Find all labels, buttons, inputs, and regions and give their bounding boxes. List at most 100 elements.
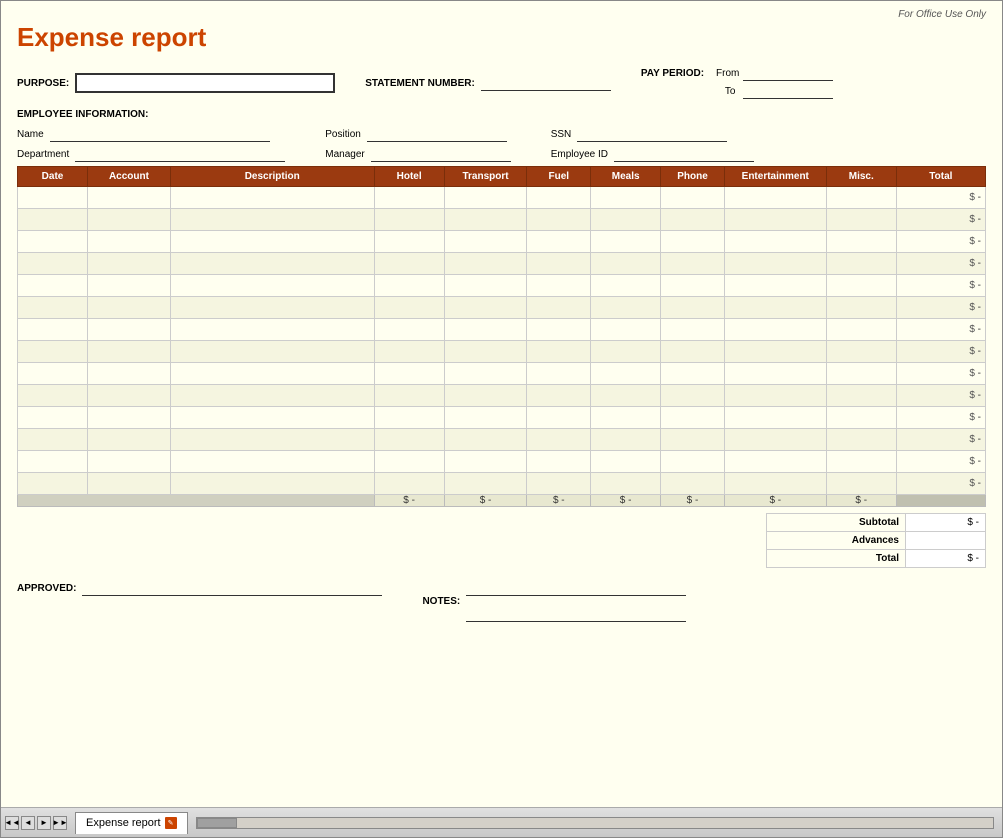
table-row[interactable] (826, 407, 896, 429)
employee-id-input[interactable] (614, 146, 754, 162)
table-row[interactable] (374, 187, 444, 209)
table-row[interactable] (724, 385, 826, 407)
nav-prev[interactable]: ◄ (21, 816, 35, 830)
table-row[interactable] (444, 319, 527, 341)
table-row[interactable] (591, 407, 661, 429)
table-row[interactable] (661, 341, 725, 363)
table-row[interactable] (88, 297, 171, 319)
table-row[interactable] (444, 253, 527, 275)
table-row[interactable] (18, 297, 88, 319)
table-row[interactable] (374, 407, 444, 429)
table-row[interactable] (527, 297, 591, 319)
table-row[interactable] (661, 297, 725, 319)
table-row[interactable] (444, 473, 527, 495)
horizontal-scrollbar[interactable] (196, 817, 994, 829)
table-row[interactable] (18, 473, 88, 495)
table-row[interactable] (444, 231, 527, 253)
table-row[interactable] (591, 451, 661, 473)
table-row[interactable] (826, 473, 896, 495)
table-row[interactable] (444, 187, 527, 209)
table-row[interactable] (18, 231, 88, 253)
table-row[interactable] (661, 451, 725, 473)
table-row[interactable] (170, 429, 374, 451)
table-row[interactable] (591, 231, 661, 253)
table-row[interactable] (374, 451, 444, 473)
table-row[interactable] (826, 341, 896, 363)
ssn-input[interactable] (577, 126, 727, 142)
table-row[interactable] (88, 407, 171, 429)
table-row[interactable] (170, 473, 374, 495)
table-row[interactable] (826, 363, 896, 385)
table-row[interactable] (724, 209, 826, 231)
table-row[interactable] (170, 341, 374, 363)
table-row[interactable] (724, 451, 826, 473)
table-row[interactable] (444, 363, 527, 385)
table-row[interactable] (591, 385, 661, 407)
table-row[interactable] (661, 363, 725, 385)
table-row[interactable] (527, 209, 591, 231)
table-row[interactable] (170, 319, 374, 341)
table-row[interactable] (661, 187, 725, 209)
table-row[interactable] (826, 385, 896, 407)
nav-last[interactable]: ►► (53, 816, 67, 830)
table-row[interactable] (661, 209, 725, 231)
table-row[interactable] (661, 275, 725, 297)
table-row[interactable] (88, 275, 171, 297)
table-row[interactable] (170, 451, 374, 473)
table-row[interactable] (527, 407, 591, 429)
table-row[interactable] (724, 187, 826, 209)
table-row[interactable] (88, 231, 171, 253)
table-row[interactable] (170, 363, 374, 385)
table-row[interactable] (444, 451, 527, 473)
table-row[interactable] (88, 253, 171, 275)
table-row[interactable] (88, 209, 171, 231)
table-row[interactable] (527, 363, 591, 385)
approved-input[interactable] (82, 580, 382, 596)
table-row[interactable] (724, 231, 826, 253)
table-row[interactable] (527, 429, 591, 451)
notes-input-2[interactable] (466, 606, 686, 622)
table-row[interactable] (170, 253, 374, 275)
table-row[interactable] (591, 429, 661, 451)
table-row[interactable] (444, 275, 527, 297)
position-input[interactable] (367, 126, 507, 142)
nav-first[interactable]: ◄◄ (5, 816, 19, 830)
table-row[interactable] (591, 297, 661, 319)
pay-period-to-input[interactable] (743, 83, 833, 99)
table-row[interactable] (527, 231, 591, 253)
table-row[interactable] (527, 319, 591, 341)
table-row[interactable] (661, 231, 725, 253)
table-row[interactable] (826, 451, 896, 473)
table-row[interactable] (724, 429, 826, 451)
table-row[interactable] (444, 341, 527, 363)
table-row[interactable] (170, 297, 374, 319)
table-row[interactable] (826, 187, 896, 209)
table-row[interactable] (826, 275, 896, 297)
table-row[interactable] (724, 253, 826, 275)
table-row[interactable] (88, 473, 171, 495)
table-row[interactable] (88, 187, 171, 209)
table-row[interactable] (591, 253, 661, 275)
table-row[interactable] (527, 275, 591, 297)
table-row[interactable] (826, 231, 896, 253)
table-row[interactable] (170, 407, 374, 429)
table-row[interactable] (724, 407, 826, 429)
table-row[interactable] (88, 429, 171, 451)
table-row[interactable] (591, 341, 661, 363)
table-row[interactable] (88, 341, 171, 363)
table-row[interactable] (18, 209, 88, 231)
table-row[interactable] (18, 253, 88, 275)
pay-period-from-input[interactable] (743, 65, 833, 81)
nav-next[interactable]: ► (37, 816, 51, 830)
table-row[interactable] (661, 473, 725, 495)
table-row[interactable] (591, 473, 661, 495)
table-row[interactable] (18, 429, 88, 451)
table-row[interactable] (724, 297, 826, 319)
table-row[interactable] (18, 319, 88, 341)
table-row[interactable] (444, 209, 527, 231)
table-row[interactable] (18, 385, 88, 407)
table-row[interactable] (826, 297, 896, 319)
department-input[interactable] (75, 146, 285, 162)
table-row[interactable] (724, 363, 826, 385)
table-row[interactable] (374, 297, 444, 319)
